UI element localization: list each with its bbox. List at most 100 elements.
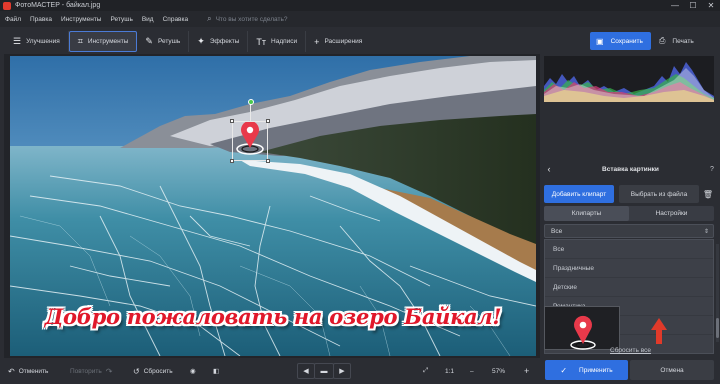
category-option[interactable]: Детские xyxy=(545,278,713,297)
clipart-selection-box[interactable] xyxy=(230,119,270,163)
redo-button[interactable]: Повторить ↷ xyxy=(70,363,116,379)
apply-label: Применить xyxy=(579,366,613,374)
printer-icon: ⎙ xyxy=(659,36,666,45)
redo-icon: ↷ xyxy=(105,366,113,376)
compare-icon[interactable]: ◧ xyxy=(213,363,219,379)
menu-file[interactable]: Файл xyxy=(5,16,21,23)
redo-label: Повторить xyxy=(70,367,102,375)
add-clipart-button[interactable]: Добавить клипарт xyxy=(544,185,614,203)
tab-enhancements[interactable]: ☰ Улучшения xyxy=(5,31,69,52)
apply-button[interactable]: ✓ Применить xyxy=(545,360,628,380)
maximize-icon[interactable]: ☐ xyxy=(684,0,702,11)
minimize-icon[interactable]: — xyxy=(666,0,684,11)
reset-label: Сбросить xyxy=(143,367,173,375)
category-option[interactable]: Праздничные xyxy=(545,259,713,278)
tab-label: Ретушь xyxy=(157,38,181,45)
chevron-right-icon: ▶ xyxy=(339,368,345,375)
clipart-thumbnail-pin[interactable] xyxy=(544,306,620,350)
search-input[interactable]: Что вы хотите сделать? xyxy=(216,16,288,23)
histogram xyxy=(544,56,714,102)
canvas-area[interactable]: Добро пожаловать на озеро Байкал! xyxy=(4,54,540,358)
magic-wand-icon: ✦ xyxy=(197,36,205,46)
title-bar: ФотоМАСТЕР - байкал.jpg — ☐ ✕ xyxy=(0,0,720,11)
chevron-updown-icon: ⇕ xyxy=(703,228,709,235)
tab-retouch[interactable]: ✎ Ретушь xyxy=(137,31,190,52)
text-icon: Tт xyxy=(256,36,267,47)
toolbar-tabs: ☰ Улучшения ⌗ Инструменты ✎ Ретушь ✦ Эфф… xyxy=(5,31,370,52)
tab-settings[interactable]: Настройки xyxy=(629,206,714,221)
window-controls: — ☐ ✕ xyxy=(666,0,720,11)
print-label: Печать xyxy=(672,37,694,45)
bottom-bar: ↶ Отменить Повторить ↷ ↺ Сбросить ◉ ◧ ◀ … xyxy=(0,358,540,384)
next-photo-button[interactable]: ▶ xyxy=(333,363,351,379)
plus-icon: + xyxy=(314,36,320,47)
rotate-handle[interactable] xyxy=(248,99,254,105)
tab-text[interactable]: Tт Надписи xyxy=(248,31,307,52)
histogram-graph xyxy=(544,62,714,102)
tab-effects[interactable]: ✦ Эффекты xyxy=(189,31,249,52)
undo-label: Отменить xyxy=(18,367,49,375)
chevron-left-icon: ◀ xyxy=(303,368,309,375)
resize-handle-bl[interactable] xyxy=(230,159,234,163)
menu-bar: Файл Правка Инструменты Ретушь Вид Справ… xyxy=(0,11,720,27)
scrollbar-thumb[interactable] xyxy=(716,318,719,338)
app-window: ФотоМАСТЕР - байкал.jpg — ☐ ✕ Файл Правк… xyxy=(0,0,720,384)
resize-handle-tl[interactable] xyxy=(230,119,234,123)
help-icon[interactable]: ? xyxy=(704,166,720,173)
print-button[interactable]: ⎙ Печать xyxy=(655,32,710,50)
category-select[interactable]: Все ⇕ xyxy=(544,224,714,238)
clipart-thumbnail-arrow[interactable] xyxy=(641,306,677,350)
photo-caption: Добро пожаловать на озеро Байкал! xyxy=(44,304,502,329)
browse-folder-button[interactable]: ▬ xyxy=(314,363,334,379)
reset-button[interactable]: ↺ Сбросить xyxy=(133,363,173,379)
category-option[interactable]: Все xyxy=(545,240,713,259)
fit-screen-icon[interactable]: ⤢ xyxy=(423,363,428,379)
panel-subtabs: Клипарты Настройки xyxy=(544,206,714,221)
menu-retouch[interactable]: Ретушь xyxy=(110,16,132,23)
prev-photo-button[interactable]: ◀ xyxy=(297,363,315,379)
tab-tools[interactable]: ⌗ Инструменты xyxy=(68,31,138,52)
tab-label: Инструменты xyxy=(87,38,129,45)
choose-from-file-button[interactable]: Выбрать из файла xyxy=(619,185,699,203)
search-icon: ⌕ xyxy=(207,14,212,23)
zoom-value[interactable]: 57% xyxy=(492,363,505,379)
tab-extensions[interactable]: + Расширения xyxy=(306,31,370,52)
eye-icon[interactable]: ◉ xyxy=(190,363,196,379)
category-select-value: Все xyxy=(551,227,563,235)
search-box[interactable]: ⌕ Что вы хотите сделать? xyxy=(207,14,287,24)
tab-label: Эффекты xyxy=(209,38,240,45)
reset-all-link[interactable]: Сбросить все xyxy=(541,347,720,354)
folder-icon: ▬ xyxy=(320,367,328,375)
save-label: Сохранить xyxy=(610,37,643,45)
undo-button[interactable]: ↶ Отменить xyxy=(8,363,48,379)
menu-help[interactable]: Справка xyxy=(163,16,189,23)
tab-label: Надписи xyxy=(271,38,298,45)
crop-icon: ⌗ xyxy=(77,36,83,46)
map-pin-icon xyxy=(570,315,596,350)
back-icon[interactable]: ‹ xyxy=(541,164,557,174)
menu-tools[interactable]: Инструменты xyxy=(61,16,102,23)
check-icon: ✓ xyxy=(560,365,568,375)
zoom-1to1-button[interactable]: 1:1 xyxy=(445,363,454,379)
trash-icon[interactable]: 🗑 xyxy=(701,185,715,203)
brush-icon: ✎ xyxy=(145,36,153,46)
tab-label: Расширения xyxy=(324,38,363,45)
resize-handle-br[interactable] xyxy=(266,159,270,163)
save-icon: ▣ xyxy=(596,36,604,46)
panel-title: Вставка картинки xyxy=(602,165,659,173)
main-toolbar: ☰ Улучшения ⌗ Инструменты ✎ Ретушь ✦ Эфф… xyxy=(0,27,720,54)
tab-cliparts[interactable]: Клипарты xyxy=(544,206,629,221)
undo-icon: ↶ xyxy=(8,366,15,376)
panel-header: ‹ Вставка картинки ? xyxy=(541,160,720,178)
app-logo-icon xyxy=(3,1,11,10)
menu-edit[interactable]: Правка xyxy=(30,16,52,23)
cancel-button[interactable]: Отмена xyxy=(630,360,714,380)
save-button[interactable]: ▣ Сохранить xyxy=(590,32,651,50)
resize-handle-tr[interactable] xyxy=(266,119,270,123)
right-panel: ‹ Вставка картинки ? Добавить клипарт Вы… xyxy=(541,54,720,384)
menu-view[interactable]: Вид xyxy=(142,16,154,23)
close-icon[interactable]: ✕ xyxy=(702,0,720,11)
zoom-in-icon[interactable]: + xyxy=(524,363,529,379)
zoom-out-icon[interactable]: – xyxy=(470,363,474,379)
window-title: ФотоМАСТЕР - байкал.jpg xyxy=(15,2,101,9)
